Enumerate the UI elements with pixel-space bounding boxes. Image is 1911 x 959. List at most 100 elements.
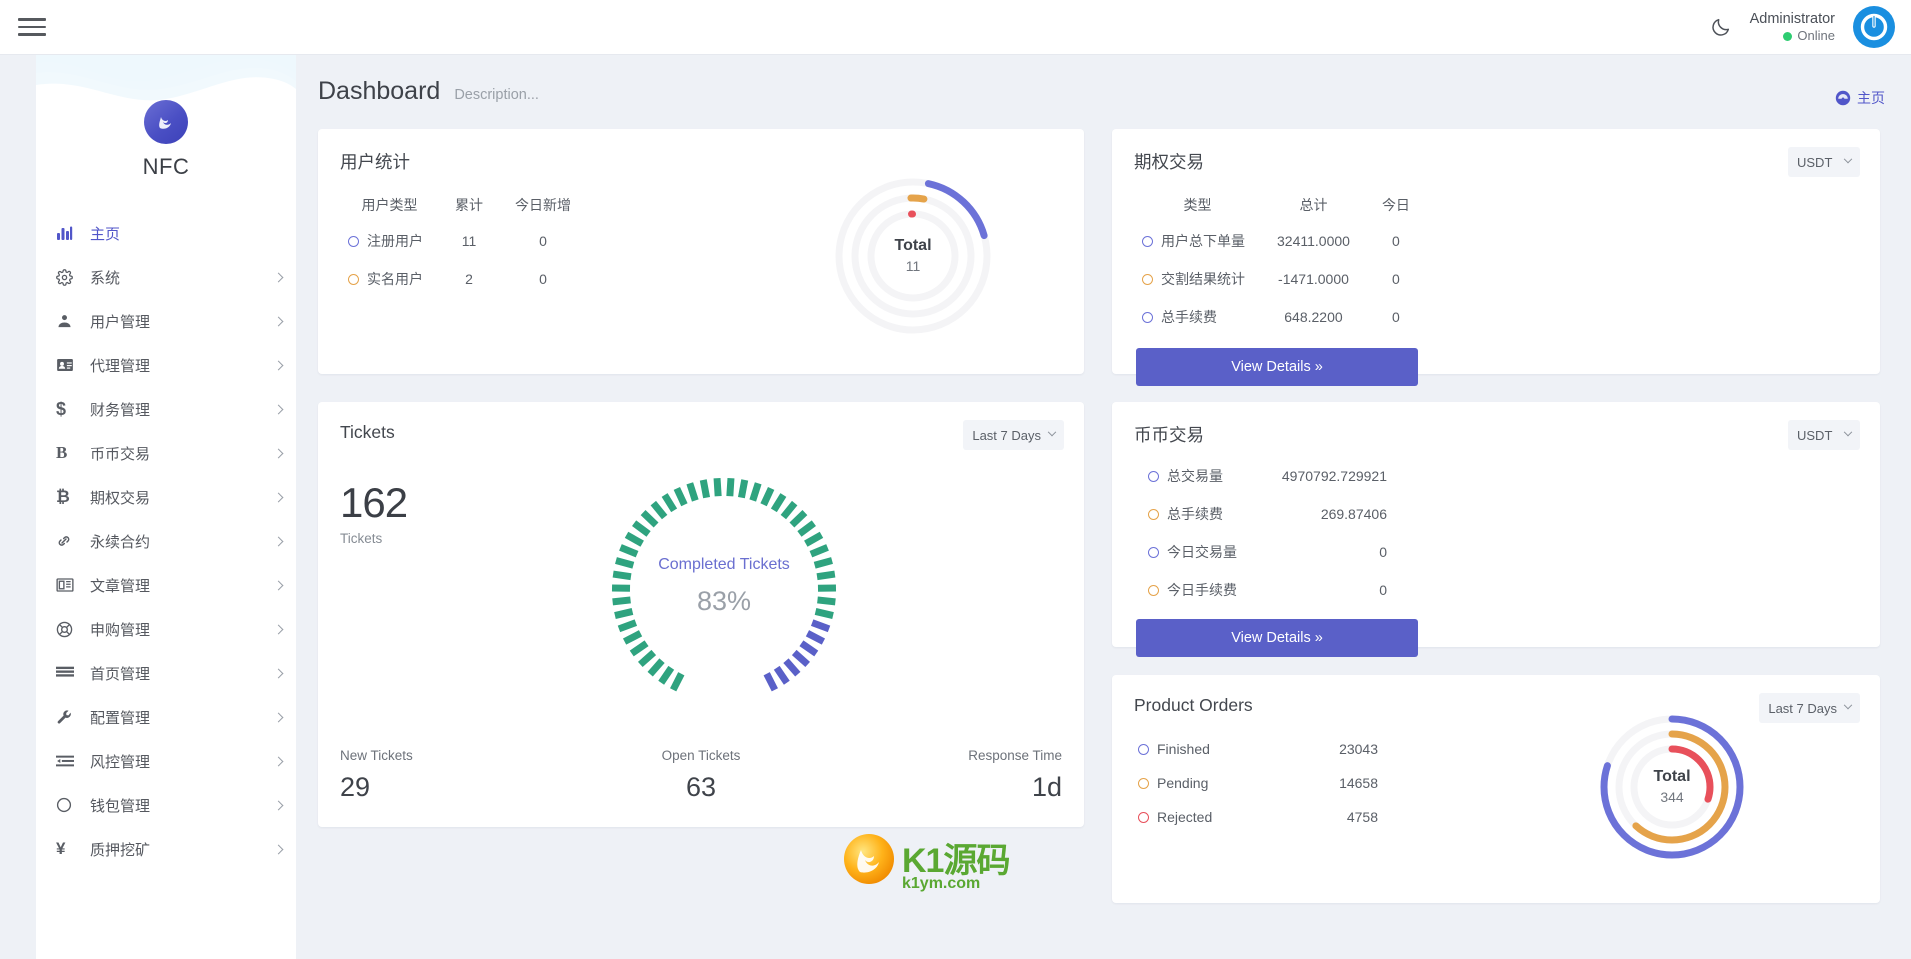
chevron-right-icon (273, 272, 284, 282)
row-label: 今日交易量 (1134, 533, 1253, 571)
dollar-icon: $ (56, 398, 67, 419)
donut-center: Total 344 (1592, 768, 1752, 805)
product-orders-range-select[interactable]: Last 7 Days (1759, 693, 1860, 723)
sidebar-item-subscription-management[interactable]: 申购管理 (36, 607, 296, 651)
sidebar-item-label: 系统 (90, 269, 121, 287)
tickets-footer-cell: Response Time 1d (821, 748, 1084, 803)
col-header-total: 总计 (1299, 197, 1328, 213)
dashboard-icon (1835, 90, 1851, 106)
product-orders-table: Finished 23043 Pending 14658 Rejected 47… (1134, 732, 1394, 834)
user-icon (56, 313, 82, 330)
sidebar-item-article-management[interactable]: 文章管理 (36, 563, 296, 607)
brand-logo-icon (144, 100, 188, 144)
legend-dot-icon (348, 236, 359, 247)
id-card-icon (56, 356, 82, 374)
chevron-right-icon (273, 668, 284, 678)
hamburger-icon[interactable] (18, 15, 46, 39)
row-today: 0 (539, 271, 547, 287)
options-currency-value: USDT (1797, 154, 1833, 170)
coin-trading-table: 总交易量 4970792.729921 总手续费 269.87406 今日交易量… (1134, 457, 1403, 609)
sidebar-item-coin-trading[interactable]: B 币币交易 (36, 431, 296, 475)
sidebar-item-label: 财务管理 (90, 401, 151, 419)
legend-dot-icon (1138, 812, 1149, 823)
table-row: Rejected 4758 (1134, 800, 1394, 834)
newspaper-icon (56, 577, 82, 593)
top-bar: Administrator Online (0, 0, 1911, 55)
tickets-footer-cell: New Tickets 29 (318, 748, 581, 803)
avatar[interactable] (1853, 6, 1895, 48)
moon-icon[interactable] (1710, 16, 1732, 38)
table-row: 总交易量 4970792.729921 (1134, 457, 1403, 495)
user-name: Administrator (1749, 10, 1835, 27)
table-row: Pending 14658 (1134, 766, 1394, 800)
sidebar-nav: 主页 系统 用户管理 代理管理 $ 财务管理 B 币币交易 ₿ 期权交易 永续合… (36, 211, 296, 871)
sidebar-item-perpetual-contract[interactable]: 永续合约 (36, 519, 296, 563)
sidebar-item-homepage-management[interactable]: 首页管理 (36, 651, 296, 695)
tickets-footer-value: 63 (685, 772, 717, 802)
tickets-footer-value: 1d (1031, 772, 1063, 802)
sidebar-item-user-management[interactable]: 用户管理 (36, 299, 296, 343)
legend-dot-icon (1148, 471, 1159, 482)
options-currency-select[interactable]: USDT (1788, 147, 1860, 177)
sidebar-item-finance-management[interactable]: $ 财务管理 (36, 387, 296, 431)
watermark-logo-icon (844, 834, 894, 884)
coin-view-details-button[interactable]: View Details » (1136, 619, 1418, 657)
coin-currency-value: USDT (1797, 427, 1833, 443)
sidebar-brand: NFC (36, 55, 296, 195)
brand-name: NFC (142, 154, 190, 179)
chevron-right-icon (273, 624, 284, 634)
chevron-right-icon (273, 536, 284, 546)
main-content: Dashboard Description... 主页 用户统计 用户类型 累计… (296, 55, 1911, 959)
row-total: 2 (465, 271, 473, 287)
legend-dot-icon (1148, 585, 1159, 596)
row-today: 0 (1392, 233, 1400, 249)
donut-center-label: Total (894, 236, 932, 254)
sidebar: NFC 主页 系统 用户管理 代理管理 $ 财务管理 B 币币交易 ₿ 期权交易… (36, 55, 296, 959)
sidebar-item-wallet-management[interactable]: 钱包管理 (36, 783, 296, 827)
legend-dot-icon (1148, 509, 1159, 520)
user-info[interactable]: Administrator Online (1750, 10, 1835, 44)
product-orders-card: Product Orders Finished 23043 Pending 14… (1112, 675, 1880, 903)
sidebar-item-risk-management[interactable]: 风控管理 (36, 739, 296, 783)
row-value: 269.87406 (1320, 506, 1387, 522)
row-total: 32411.0000 (1277, 233, 1350, 249)
sidebar-item-label: 币币交易 (90, 445, 151, 463)
options-trading-body: 期权交易 类型 总计 今日 用户总下单量 32411.0000 0 交割结果统计… (1112, 129, 1880, 406)
sidebar-item-agent-management[interactable]: 代理管理 (36, 343, 296, 387)
row-label: 注册用户 (340, 222, 439, 260)
sidebar-item-label: 首页管理 (90, 665, 151, 683)
chevron-right-icon (273, 844, 284, 854)
sidebar-item-config-management[interactable]: 配置管理 (36, 695, 296, 739)
sidebar-item-label: 代理管理 (90, 357, 151, 375)
letter-b-icon: B (56, 443, 68, 462)
donut-center-value: 11 (905, 257, 921, 274)
coin-trading-body: 币币交易 总交易量 4970792.729921 总手续费 269.87406 (1112, 402, 1880, 677)
gauge-center: Completed Tickets 83% (594, 556, 854, 617)
tickets-range-select[interactable]: Last 7 Days (963, 420, 1064, 450)
watermark: K1源码 k1ym.com (840, 828, 1010, 892)
row-value: 4970792.729921 (1281, 468, 1387, 484)
table-row: 今日交易量 0 (1134, 533, 1403, 571)
row-value: 0 (1379, 582, 1387, 598)
sidebar-item-options-trading[interactable]: ₿ 期权交易 (36, 475, 296, 519)
tickets-title: Tickets (340, 422, 395, 442)
sidebar-item-label: 风控管理 (90, 753, 151, 771)
row-value: 14658 (1339, 775, 1378, 791)
circle-icon (56, 797, 82, 813)
row-label: Pending (1134, 766, 1284, 800)
chevron-down-icon (1843, 427, 1853, 437)
gauge-value: 83% (696, 586, 752, 616)
row-label: Rejected (1134, 800, 1284, 834)
coin-currency-select[interactable]: USDT (1788, 420, 1860, 450)
sidebar-item-staking-mining[interactable]: ¥ 质押挖矿 (36, 827, 296, 871)
chevron-down-icon (1047, 427, 1057, 437)
user-status: Online (1750, 28, 1835, 44)
options-view-details-button[interactable]: View Details » (1136, 348, 1418, 386)
breadcrumb[interactable]: 主页 (1835, 88, 1885, 108)
row-label: 总手续费 (1134, 298, 1261, 336)
sidebar-item-system[interactable]: 系统 (36, 255, 296, 299)
user-stats-donut-chart: Total 11 (828, 171, 998, 341)
sidebar-item-home[interactable]: 主页 (36, 211, 296, 255)
chevron-right-icon (273, 712, 284, 722)
row-label: 交割结果统计 (1134, 260, 1261, 298)
